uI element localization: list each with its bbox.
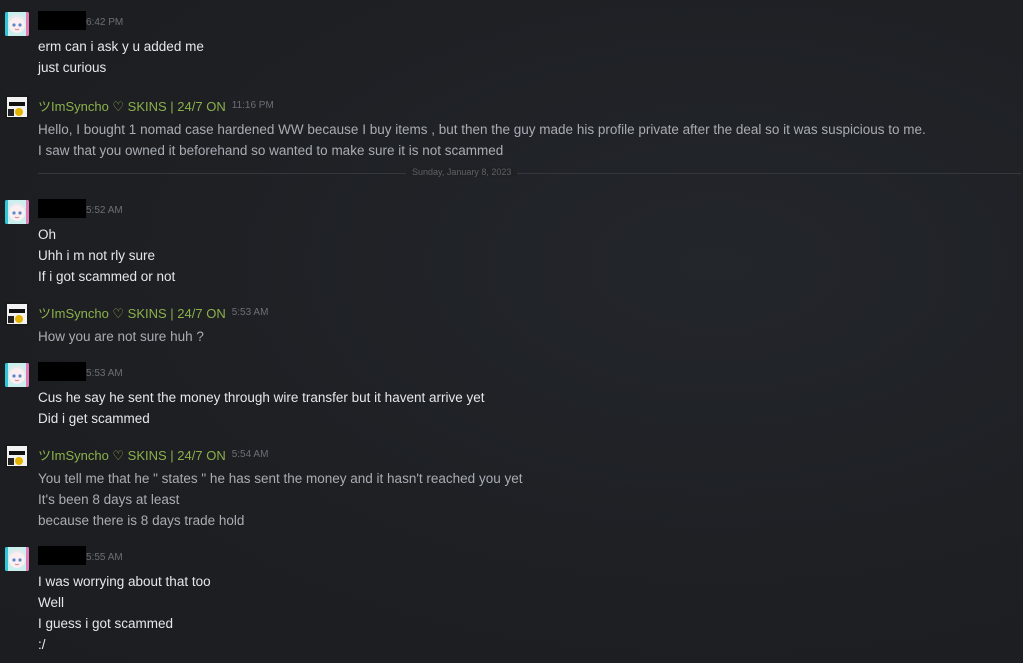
message-line: because there is 8 days trade hold xyxy=(38,513,245,528)
message-line: If i got scammed or not xyxy=(38,269,176,284)
message-line: Well xyxy=(38,595,65,610)
message-line: How you are not sure huh ? xyxy=(38,329,204,344)
self-avatar[interactable] xyxy=(5,95,29,119)
message-line: It's been 8 days at least xyxy=(38,492,180,507)
message-line: Oh xyxy=(38,227,57,242)
message-line: I guess i got scammed xyxy=(38,616,174,631)
message-line: Cus he say he sent the money through wir… xyxy=(38,390,485,405)
self-display-name[interactable]: ツImSyncho ♡ SKINS | 24/7 ON xyxy=(38,96,226,115)
message-timestamp: 5:53 AM xyxy=(86,367,123,379)
redacted-username xyxy=(38,362,86,381)
message-line: Uhh i m not rly sure xyxy=(38,248,156,263)
message-timestamp: 5:55 AM xyxy=(86,551,123,563)
message-timestamp: 5:54 AM xyxy=(231,448,269,460)
redacted-username xyxy=(38,11,86,30)
message-line: :/ xyxy=(38,637,46,652)
message-line: erm can i ask y u added me xyxy=(38,39,204,54)
message-timestamp: 5:52 AM xyxy=(86,204,123,216)
partner-avatar[interactable] xyxy=(5,200,29,224)
partner-avatar[interactable] xyxy=(5,547,29,571)
message-timestamp: 11:16 PM xyxy=(231,99,274,111)
message-line: just curious xyxy=(38,60,107,75)
message-line: I saw that you owned it beforehand so wa… xyxy=(38,143,504,158)
redacted-username xyxy=(38,199,86,218)
self-display-name[interactable]: ツImSyncho ♡ SKINS | 24/7 ON xyxy=(38,303,226,322)
self-avatar[interactable] xyxy=(5,302,29,326)
partner-avatar[interactable] xyxy=(5,363,29,387)
message-timestamp: 5:53 AM xyxy=(231,306,269,318)
date-divider-label: Sunday, January 8, 2023 xyxy=(406,167,518,177)
self-avatar[interactable] xyxy=(5,444,29,468)
partner-avatar[interactable] xyxy=(5,12,29,36)
message-line: Hello, I bought 1 nomad case hardened WW… xyxy=(38,122,926,137)
message-timestamp: 6:42 PM xyxy=(86,16,124,28)
chat-log: 6:42 PM erm can i ask y u added me just … xyxy=(0,0,1023,663)
self-display-name[interactable]: ツImSyncho ♡ SKINS | 24/7 ON xyxy=(38,445,226,464)
message-line: Did i get scammed xyxy=(38,411,150,426)
message-line: You tell me that he " states " he has se… xyxy=(38,471,523,486)
redacted-username xyxy=(38,546,86,565)
message-line: I was worrying about that too xyxy=(38,574,211,589)
date-divider xyxy=(38,173,1021,174)
